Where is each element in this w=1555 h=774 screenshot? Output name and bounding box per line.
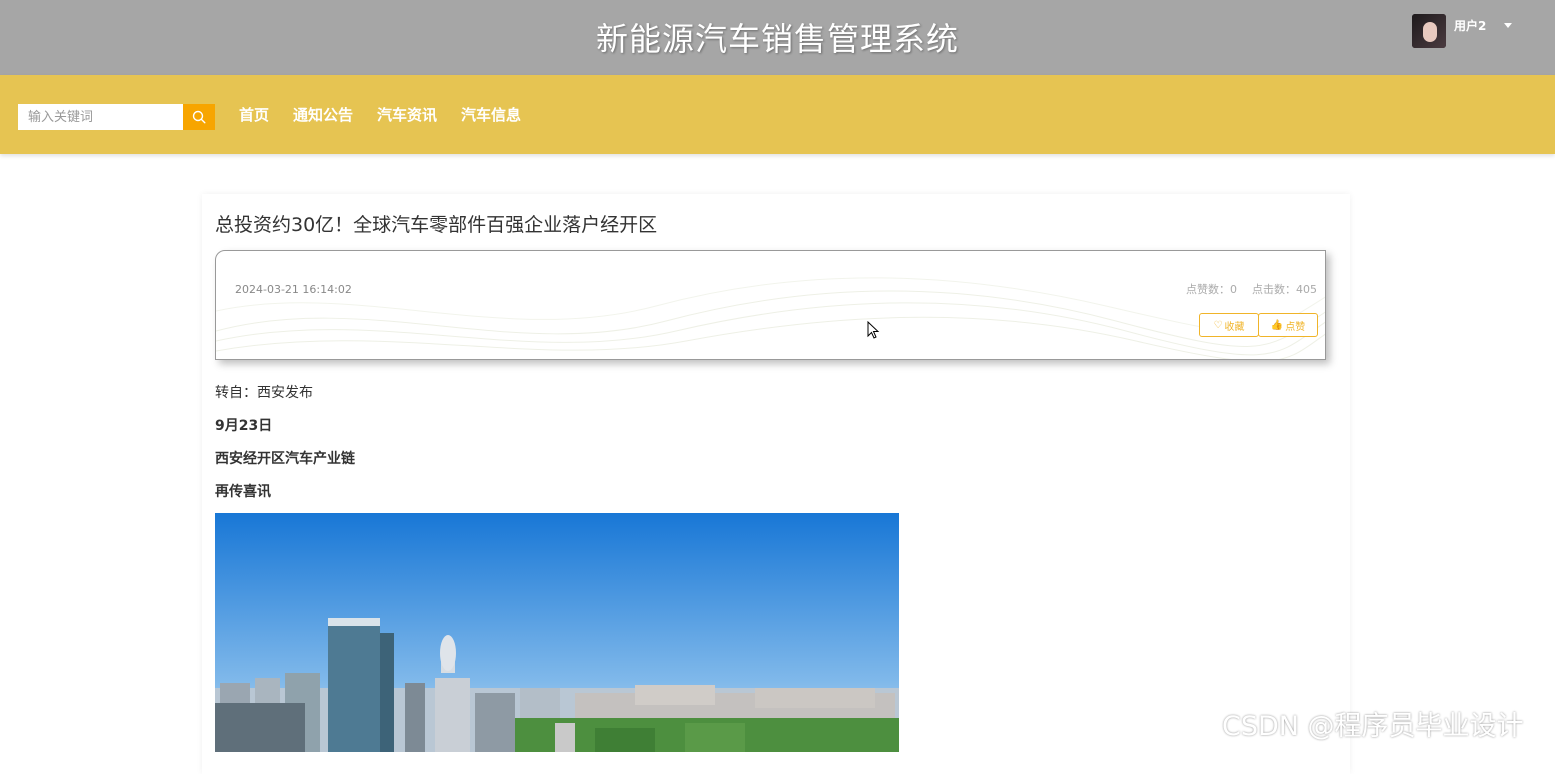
cursor-icon (867, 321, 880, 339)
click-count: 点击数：405 (1252, 283, 1317, 296)
site-title: 新能源汽车销售管理系统 (595, 20, 959, 58)
user-menu[interactable]: 用户2 (1412, 13, 1513, 49)
caret-down-icon (1504, 22, 1513, 28)
search-button[interactable] (183, 104, 215, 130)
like-count: 点赞数：0 (1186, 283, 1237, 296)
user-name: 用户2 (1454, 18, 1487, 33)
search-icon (192, 110, 206, 124)
like-button[interactable]: 👍 点赞 (1258, 313, 1318, 337)
nav-bar (0, 75, 1555, 154)
thumbs-up-icon: 👍 (1270, 319, 1284, 331)
favorite-button[interactable]: ♡ 收藏 (1199, 313, 1259, 337)
article-paragraph: 再传喜讯 (215, 484, 271, 500)
article-photo (215, 513, 899, 752)
top-header: 新能源汽车销售管理系统 (0, 0, 1555, 75)
article-title: 总投资约30亿！全球汽车零部件百强企业落户经开区 (215, 214, 658, 236)
nav-item-car-news[interactable]: 汽车资讯 (377, 104, 437, 125)
watermark: CSDN @程序员毕业设计 (1222, 711, 1524, 742)
nav-item-car-info[interactable]: 汽车信息 (461, 104, 521, 125)
article-source: 转自：西安发布 (215, 385, 313, 401)
search-input[interactable] (18, 104, 183, 130)
article-date: 2024-03-21 16:14:02 (235, 283, 352, 296)
like-label: 点赞 (1285, 321, 1306, 333)
nav-item-notices[interactable]: 通知公告 (293, 104, 353, 125)
wave-background (216, 277, 1325, 359)
article-paragraph: 9月23日 (215, 418, 273, 434)
nav-item-home[interactable]: 首页 (239, 104, 269, 125)
heart-icon: ♡ (1213, 319, 1223, 331)
user-avatar (1412, 14, 1446, 48)
favorite-label: 收藏 (1224, 321, 1245, 333)
article-paragraph: 西安经开区汽车产业链 (215, 451, 355, 467)
article-meta-box: 2024-03-21 16:14:02 点赞数：0 点击数：405 ♡ 收藏 👍… (215, 250, 1326, 360)
